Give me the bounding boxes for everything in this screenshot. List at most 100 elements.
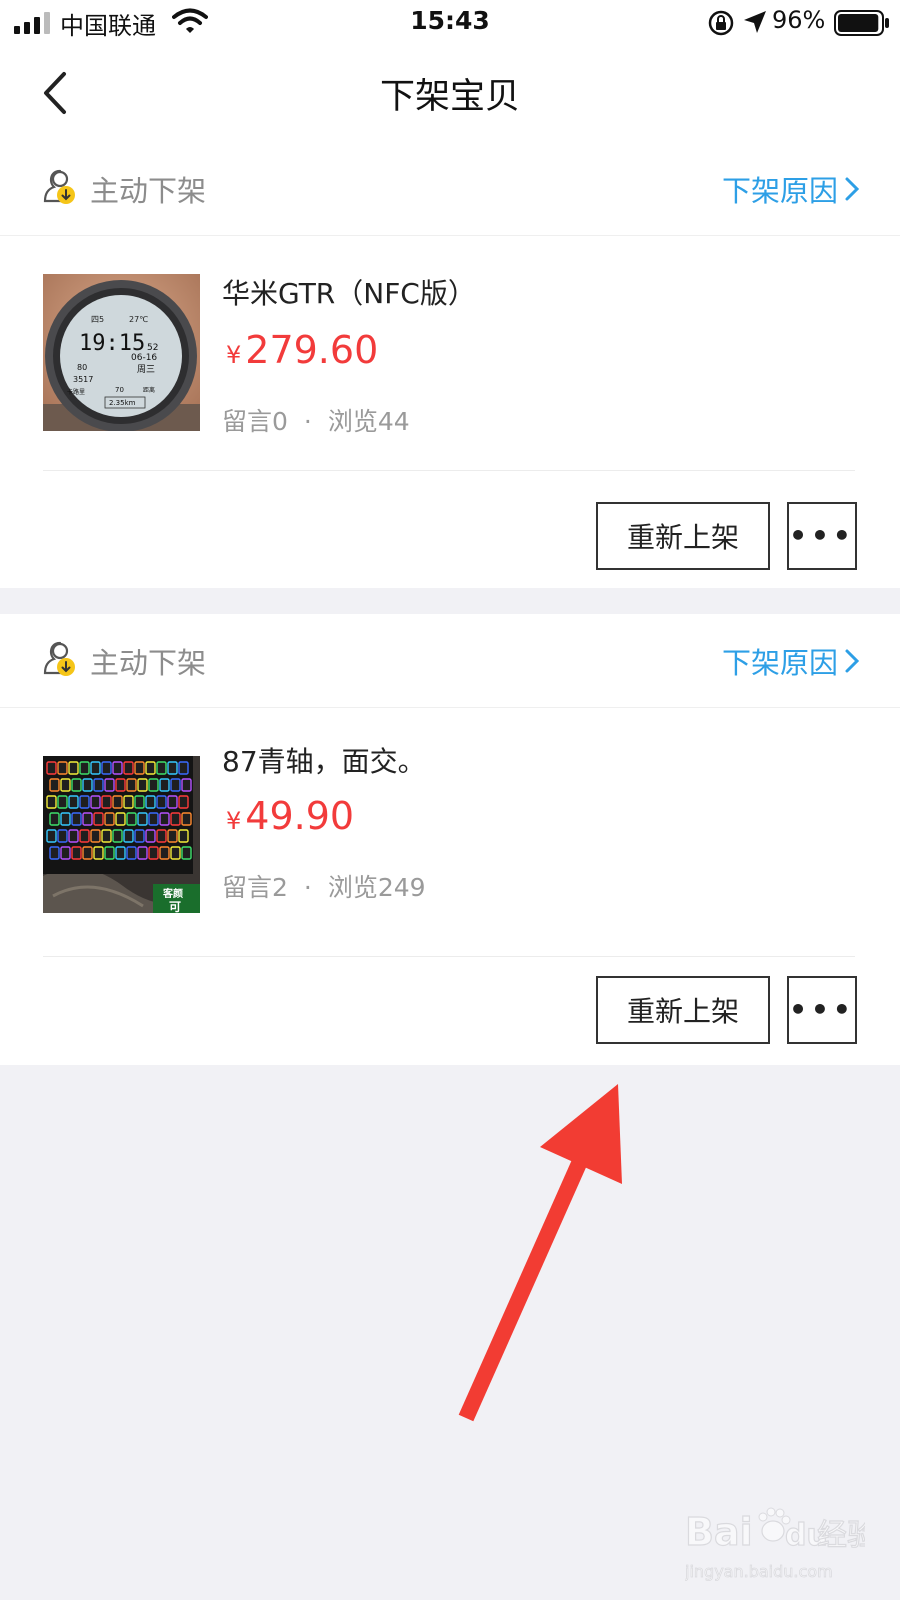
keyboard-key (57, 829, 68, 843)
keyboard-key (137, 778, 148, 792)
watermark-url: jingyan.baidu.com (685, 1562, 833, 1581)
keyboard-key (101, 795, 112, 809)
keyboard-key (181, 812, 192, 826)
keyboard-key (181, 846, 192, 860)
watch-face-text: 70 (115, 386, 124, 394)
watch-face-text: 周三 (137, 364, 155, 375)
keyboard-key (93, 812, 104, 826)
product-stats: 留言0 · 浏览44 (222, 402, 410, 438)
watch-face-text: 06-16 (131, 353, 157, 363)
keyboard-key (170, 778, 181, 792)
product-title[interactable]: 华米GTR（NFC版） (222, 272, 476, 312)
keyboard-key (181, 778, 192, 792)
keyboard-key (156, 829, 167, 843)
keyboard-key (104, 778, 115, 792)
keyboard-key (126, 812, 137, 826)
keyboard-key (79, 795, 90, 809)
keyboard-key (148, 812, 159, 826)
keyboard-key (159, 846, 170, 860)
keyboard-key (90, 829, 101, 843)
stats-separator: · (303, 407, 312, 436)
keyboard-key (115, 778, 126, 792)
keyboard-key (60, 778, 71, 792)
keyboard-key (68, 761, 79, 775)
battery-percentage: 96% (772, 6, 826, 34)
location-arrow-icon (744, 11, 766, 33)
delist-reason-link[interactable]: 下架原因 (722, 168, 860, 210)
keyboard-key (134, 795, 145, 809)
delist-reason-link[interactable]: 下架原因 (722, 640, 860, 682)
keyboard-key (159, 812, 170, 826)
price-amount: 279.60 (245, 328, 379, 372)
keyboard-key (178, 761, 189, 775)
watch-face-text: 3517 (73, 375, 93, 384)
keyboard-key (167, 795, 178, 809)
keyboard-key (145, 795, 156, 809)
keyboard-key (71, 846, 82, 860)
more-options-button[interactable]: ••• (787, 502, 857, 570)
watermark-brand: Bai (685, 1510, 753, 1554)
keyboard-key (68, 829, 79, 843)
more-options-button[interactable]: ••• (787, 976, 857, 1044)
keyboard-key (170, 812, 181, 826)
view-count: 浏览249 (327, 873, 426, 902)
keyboard-key (156, 795, 167, 809)
watch-face-text: 27℃ (129, 315, 148, 324)
watch-face-text: 52 (147, 343, 158, 353)
divider (43, 956, 855, 957)
keyboard-key (46, 795, 57, 809)
keyboard-key (134, 761, 145, 775)
keyboard-key (93, 846, 104, 860)
product-thumbnail-keyboard[interactable]: 客颜 可 (43, 756, 200, 913)
status-bar: 中国联通 15:43 96% (0, 0, 900, 46)
keyboard-key (115, 846, 126, 860)
comment-count: 留言0 (222, 407, 288, 436)
card-header: 主动下架 下架原因 (0, 142, 900, 236)
keyboard-key (71, 812, 82, 826)
keyboard-key (145, 761, 156, 775)
watch-face-text: 卡路里 (67, 388, 85, 396)
watch-face-text: 四5 (91, 315, 104, 324)
keyboard-key (57, 795, 68, 809)
rotation-lock-icon (708, 10, 734, 36)
keyboard-key (49, 778, 60, 792)
keyboard-key (60, 812, 71, 826)
keyboard-key (82, 812, 93, 826)
keyboard-key (137, 812, 148, 826)
keyboard-key (68, 795, 79, 809)
listing-card: 主动下架 下架原因 四5 27℃ 19:15 52 06-16 周三 80 35… (0, 142, 900, 588)
divider (43, 470, 855, 471)
chevron-right-icon (845, 177, 860, 201)
keyboard-key (134, 829, 145, 843)
keyboard-key (148, 778, 159, 792)
watch-face-text: 2.35km (109, 399, 136, 407)
delist-reason-label: 下架原因 (721, 646, 838, 680)
product-price: ¥ 49.90 (226, 794, 354, 838)
product-title[interactable]: 87青轴，面交。 (222, 740, 426, 780)
keyboard-key (159, 778, 170, 792)
currency-symbol: ¥ (226, 807, 242, 835)
watermark-cn: 经验 (817, 1518, 865, 1553)
keyboard-key (115, 812, 126, 826)
stats-separator: · (303, 873, 312, 902)
battery-icon (834, 10, 889, 36)
keyboard-key (90, 761, 101, 775)
page-title: 下架宝贝 (379, 77, 520, 117)
keyboard-key (46, 761, 57, 775)
keyboard-key (57, 761, 68, 775)
relist-button[interactable]: 重新上架 (596, 502, 770, 570)
navigation-bar: 下架宝贝 (0, 46, 900, 142)
keyboard-key (178, 795, 189, 809)
relist-button[interactable]: 重新上架 (596, 976, 770, 1044)
currency-symbol: ¥ (226, 341, 242, 369)
keyboard-key (93, 778, 104, 792)
watch-face-text: 距离 (143, 386, 155, 394)
keyboard-key (49, 846, 60, 860)
keyboard-key (123, 761, 134, 775)
baidu-jingyan-watermark: Bai du 经验 jingyan.baidu.com (685, 1507, 865, 1581)
comment-count: 留言2 (222, 873, 288, 902)
product-stats: 留言2 · 浏览249 (222, 868, 426, 904)
product-thumbnail-watch[interactable]: 四5 27℃ 19:15 52 06-16 周三 80 3517 卡路里 70 … (43, 274, 200, 431)
watch-face-text: 80 (77, 363, 87, 372)
keyboard-key (112, 795, 123, 809)
